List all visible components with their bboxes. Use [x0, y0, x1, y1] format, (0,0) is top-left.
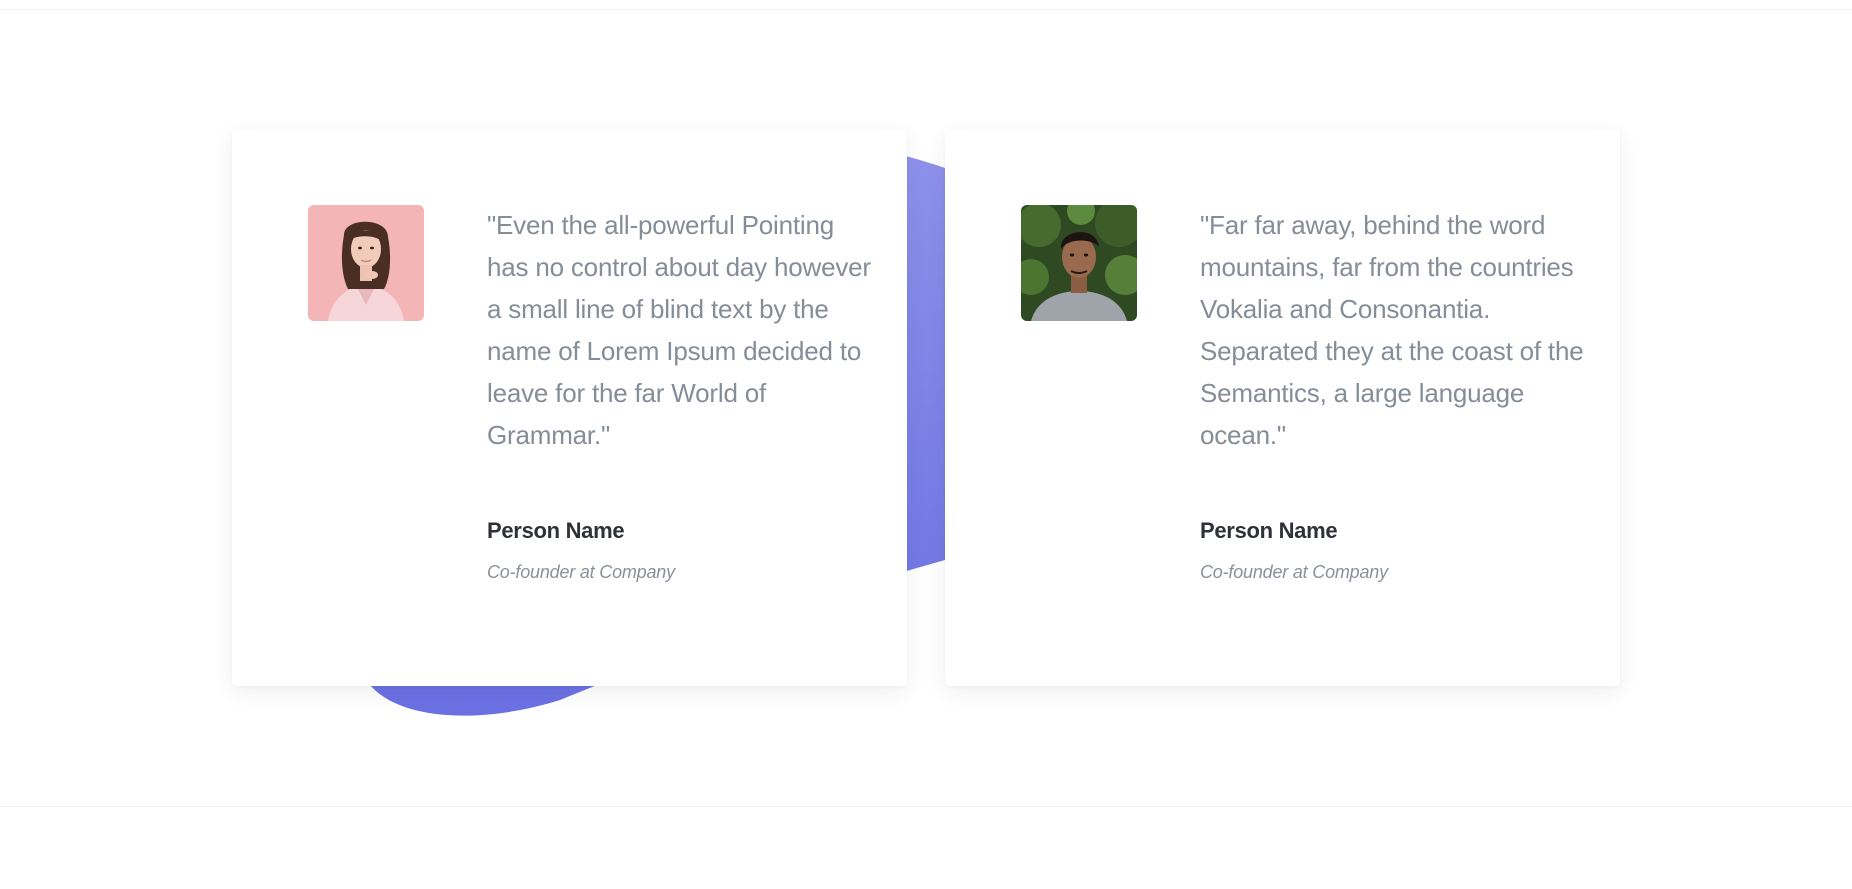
person-role: Co-founder at Company	[487, 562, 675, 582]
woman-portrait-icon	[308, 205, 424, 321]
testimonial-card-1: "Even the all-powerful Pointing has no c…	[232, 130, 907, 686]
avatar-man	[1021, 205, 1137, 321]
testimonial-quote: "Far far away, behind the word mountains…	[1200, 210, 1584, 450]
avatar-woman	[308, 205, 424, 321]
person-role: Co-founder at Company	[1200, 562, 1388, 582]
testimonial-quote: "Even the all-powerful Pointing has no c…	[487, 210, 871, 450]
bottom-divider	[0, 806, 1852, 807]
testimonials-section: "Even the all-powerful Pointing has no c…	[0, 0, 1852, 889]
person-name: Person Name	[487, 518, 625, 543]
man-portrait-icon	[1021, 205, 1137, 321]
testimonial-card-2: "Far far away, behind the word mountains…	[945, 130, 1620, 686]
person-name: Person Name	[1200, 518, 1338, 543]
